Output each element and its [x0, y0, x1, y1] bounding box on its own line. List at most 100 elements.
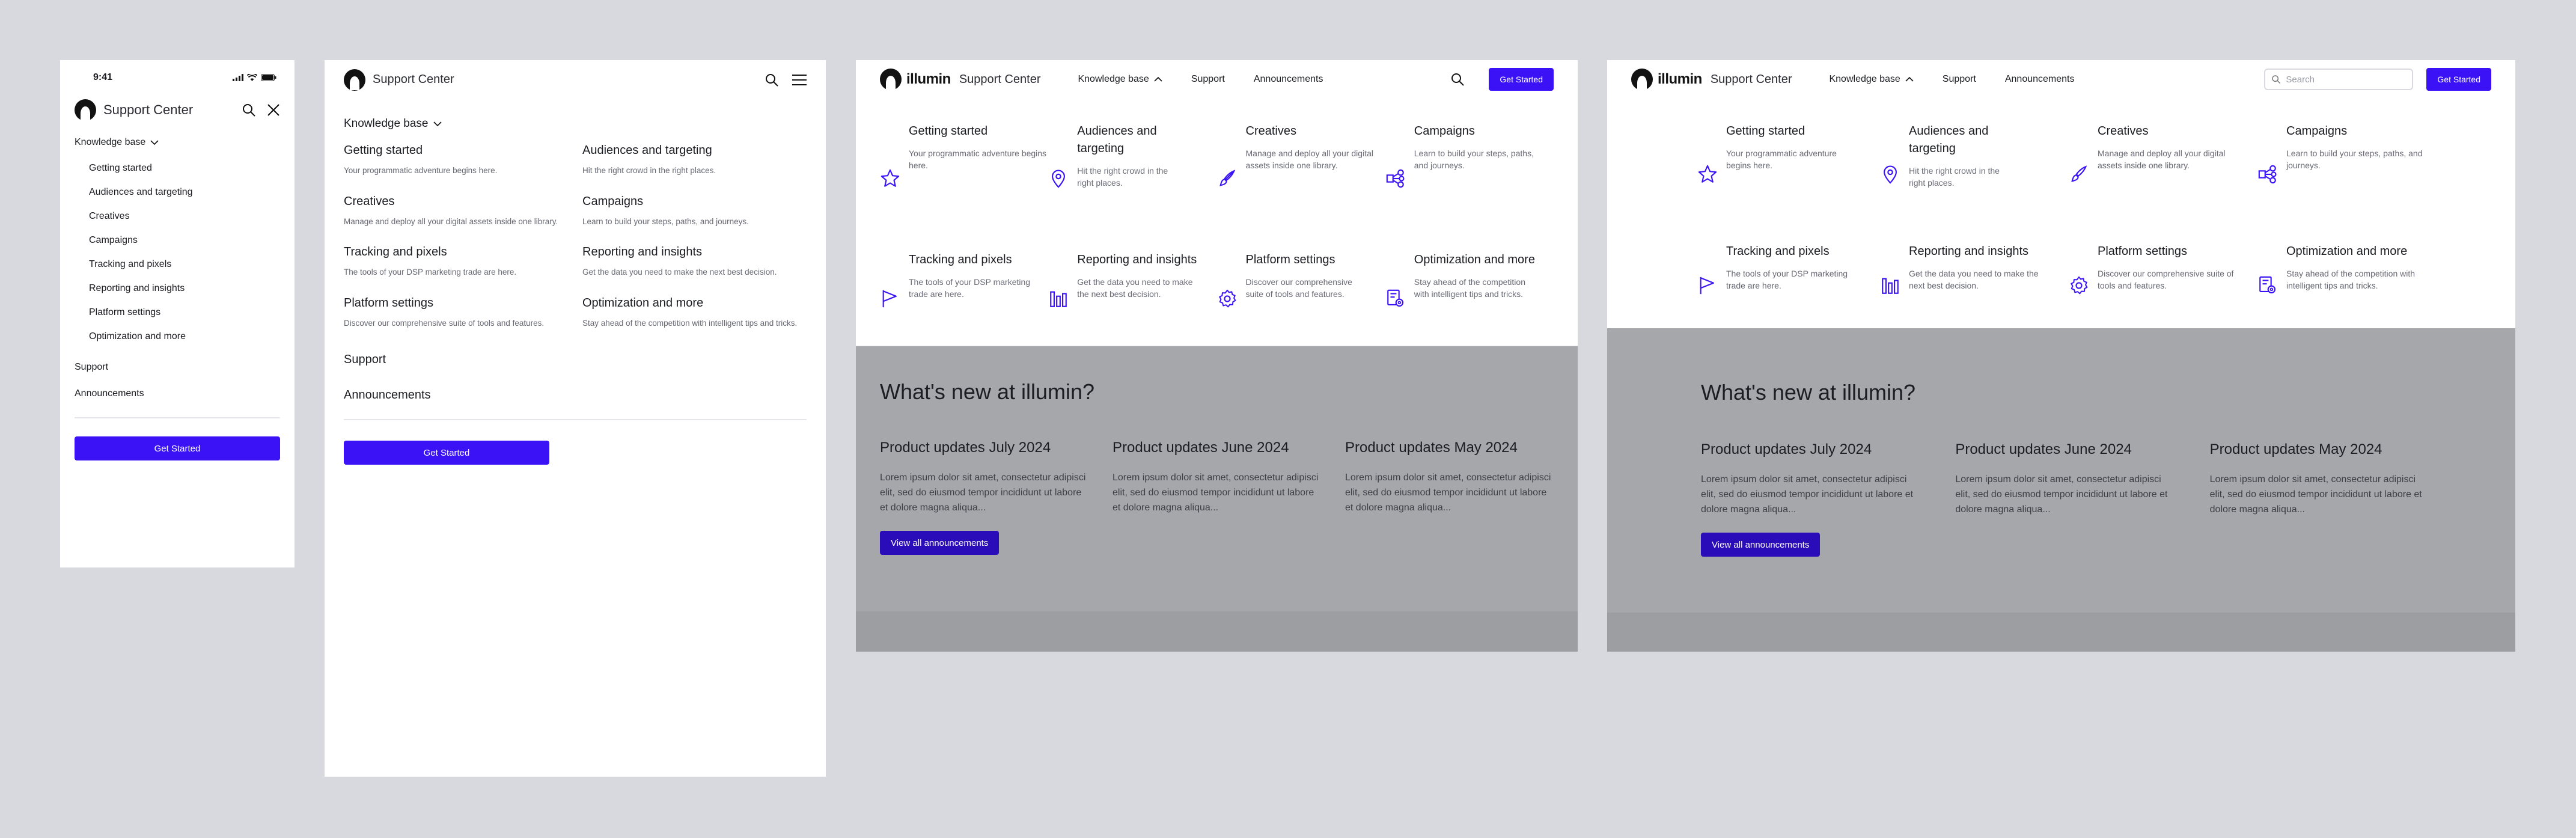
knowledge-base-label: Knowledge base [1078, 74, 1149, 84]
mega-item-tracking-pixels[interactable]: Tracking and pixels The tools of your DSP… [880, 251, 1048, 346]
kb-card-title: Campaigns [582, 194, 644, 208]
kb-card-platform-settings[interactable]: Platform settings Discover our comprehens… [344, 296, 582, 329]
mega-item-desc: Learn to build your steps, paths, and jo… [1414, 148, 1534, 171]
knowledge-base-toggle[interactable]: Knowledge base [344, 117, 807, 130]
support-center-label: Support Center [959, 72, 1041, 86]
card-title: Product updates July 2024 [880, 439, 1051, 456]
announcement-card[interactable]: Product updates May 2024 Lorem ipsum dolo… [1345, 439, 1554, 515]
nav-support[interactable]: Support [344, 353, 807, 367]
mega-item-creatives[interactable]: Creatives Manage and deploy all your digi… [2069, 123, 2242, 226]
kb-card-optimization[interactable]: Optimization and more Stay ahead of the c… [582, 296, 811, 329]
mega-item-tracking-pixels[interactable]: Tracking and pixels The tools of your DSP… [1697, 243, 1864, 329]
mobile-frame: 9:41 Support Center Knowledge base Getti… [60, 60, 295, 567]
kb-card-campaigns[interactable]: Campaigns Learn to build your steps, path… [582, 195, 811, 228]
nav-announcements[interactable]: Announcements [1254, 74, 1323, 85]
nav-announcements[interactable]: Announcements [75, 388, 280, 399]
menu-item-optimization[interactable]: Optimization and more [89, 325, 280, 349]
optimize-icon [2257, 243, 2278, 329]
kb-card-desc: Get the data you need to make the next b… [582, 268, 777, 277]
mobile-nav: Knowledge base Getting started Audiences… [60, 137, 295, 460]
get-started-button[interactable]: Get Started [344, 441, 549, 465]
mega-item-optimization[interactable]: Optimization and more Stay ahead of the c… [2257, 243, 2431, 329]
menu-item-creatives[interactable]: Creatives [89, 204, 280, 228]
mega-item-getting-started[interactable]: Getting started Your programmatic adventu… [880, 123, 1048, 234]
knowledge-base-toggle[interactable]: Knowledge base [75, 137, 280, 148]
menu-item-platform-settings[interactable]: Platform settings [89, 301, 280, 325]
illumin-logo-icon[interactable] [344, 69, 365, 91]
mega-item-getting-started[interactable]: Getting started Your programmatic adventu… [1697, 123, 1864, 226]
brand-logo[interactable]: illumin Support Center [880, 69, 1040, 90]
mega-item-campaigns[interactable]: Campaigns Learn to build your steps, path… [1385, 123, 1554, 234]
kb-card-title: Optimization and more [582, 296, 704, 310]
nav-support[interactable]: Support [1943, 74, 1976, 85]
nav-support[interactable]: Support [1191, 74, 1225, 85]
mega-item-audiences-targeting[interactable]: Audiences and targeting Hit the right cro… [1880, 123, 2053, 226]
kb-card-audiences-targeting[interactable]: Audiences and targeting Hit the right cro… [582, 144, 811, 177]
mega-item-title: Creatives [1245, 124, 1296, 138]
mega-item-creatives[interactable]: Creatives Manage and deploy all your digi… [1217, 123, 1385, 234]
kb-card-creatives[interactable]: Creatives Manage and deploy all your digi… [344, 195, 582, 228]
menu-item-campaigns[interactable]: Campaigns [89, 228, 280, 252]
menu-item-reporting-insights[interactable]: Reporting and insights [89, 277, 280, 301]
nav-announcements[interactable]: Announcements [2005, 74, 2075, 85]
mega-item-reporting-insights[interactable]: Reporting and insights Get the data you n… [1048, 251, 1216, 346]
mega-item-optimization[interactable]: Optimization and more Stay ahead of the c… [1385, 251, 1554, 346]
get-started-button[interactable]: Get Started [2426, 68, 2491, 91]
divider [75, 417, 280, 418]
search-icon[interactable] [765, 73, 779, 87]
card-title: Product updates June 2024 [1113, 439, 1289, 456]
view-all-announcements-button[interactable]: View all announcements [880, 531, 1000, 555]
flag-icon [880, 251, 900, 346]
search-input[interactable] [2286, 74, 2407, 85]
search-field[interactable] [2264, 69, 2414, 90]
announcement-card[interactable]: Product updates July 2024 Lorem ipsum dol… [1701, 441, 1913, 517]
illumin-logo-icon[interactable] [75, 99, 96, 121]
main-nav: Knowledge base Support Announcements [1078, 74, 1323, 85]
card-body: Lorem ipsum dolor sit amet, consectetur … [1345, 473, 1551, 513]
menu-item-audiences-targeting[interactable]: Audiences and targeting [89, 180, 280, 204]
announcement-card[interactable]: Product updates June 2024 Lorem ipsum dol… [1113, 439, 1321, 515]
nav-support[interactable]: Support [75, 362, 280, 373]
mega-item-desc: Get the data you need to make the next b… [1077, 277, 1193, 299]
kb-card-title: Creatives [344, 194, 395, 208]
menu-item-tracking-pixels[interactable]: Tracking and pixels [89, 252, 280, 277]
menu-item-getting-started[interactable]: Getting started [89, 156, 280, 180]
whats-new-title: What's new at illumin? [880, 379, 1095, 404]
mega-item-title: Audiences and targeting [1077, 124, 1157, 155]
mega-item-platform-settings[interactable]: Platform settings Discover our comprehens… [1217, 251, 1385, 346]
announcement-card[interactable]: Product updates July 2024 Lorem ipsum dol… [880, 439, 1088, 515]
kb-card-tracking-pixels[interactable]: Tracking and pixels The tools of your DSP… [344, 245, 582, 278]
announcement-card[interactable]: Product updates May 2024 Lorem ipsum dolo… [2210, 441, 2422, 517]
mega-item-title: Platform settings [2098, 244, 2187, 258]
nav-knowledge-base[interactable]: Knowledge base [1078, 74, 1162, 85]
kb-card-getting-started[interactable]: Getting started Your programmatic adventu… [344, 144, 582, 177]
get-started-button[interactable]: Get Started [1489, 68, 1554, 91]
desktop-frame: illumin Support Center Knowledge base Su… [856, 60, 1578, 652]
nav-knowledge-base[interactable]: Knowledge base [1829, 74, 1914, 85]
mega-item-title: Optimization and more [1414, 253, 1535, 266]
mega-item-title: Platform settings [1245, 253, 1335, 266]
share-nodes-icon [2257, 123, 2278, 226]
search-icon[interactable] [242, 103, 256, 117]
get-started-button[interactable]: Get Started [75, 436, 280, 460]
mega-item-title: Campaigns [1414, 124, 1475, 138]
wifi-icon [247, 74, 257, 81]
mega-item-platform-settings[interactable]: Platform settings Discover our comprehens… [2069, 243, 2242, 329]
kb-card-title: Getting started [344, 144, 423, 157]
search-icon[interactable] [1450, 72, 1465, 87]
nav-announcements[interactable]: Announcements [344, 388, 807, 402]
location-pin-icon [1048, 123, 1069, 234]
close-icon[interactable] [267, 103, 280, 117]
kb-card-desc: The tools of your DSP marketing trade ar… [344, 268, 517, 277]
hamburger-menu-icon[interactable] [792, 74, 807, 86]
mega-item-audiences-targeting[interactable]: Audiences and targeting Hit the right cro… [1048, 123, 1216, 234]
mega-item-desc: Your programmatic adventure begins here. [909, 148, 1047, 171]
kb-card-reporting-insights[interactable]: Reporting and insights Get the data you n… [582, 245, 811, 278]
mega-item-reporting-insights[interactable]: Reporting and insights Get the data you n… [1880, 243, 2053, 329]
main-nav: Knowledge base Support Announcements [1829, 74, 2074, 85]
announcement-card[interactable]: Product updates June 2024 Lorem ipsum dol… [1955, 441, 2167, 517]
mega-item-campaigns[interactable]: Campaigns Learn to build your steps, path… [2257, 123, 2431, 226]
view-all-announcements-button[interactable]: View all announcements [1701, 533, 1821, 557]
mega-item-desc: The tools of your DSP marketing trade ar… [1726, 268, 1848, 290]
brand-logo[interactable]: illumin Support Center [1631, 69, 1792, 90]
